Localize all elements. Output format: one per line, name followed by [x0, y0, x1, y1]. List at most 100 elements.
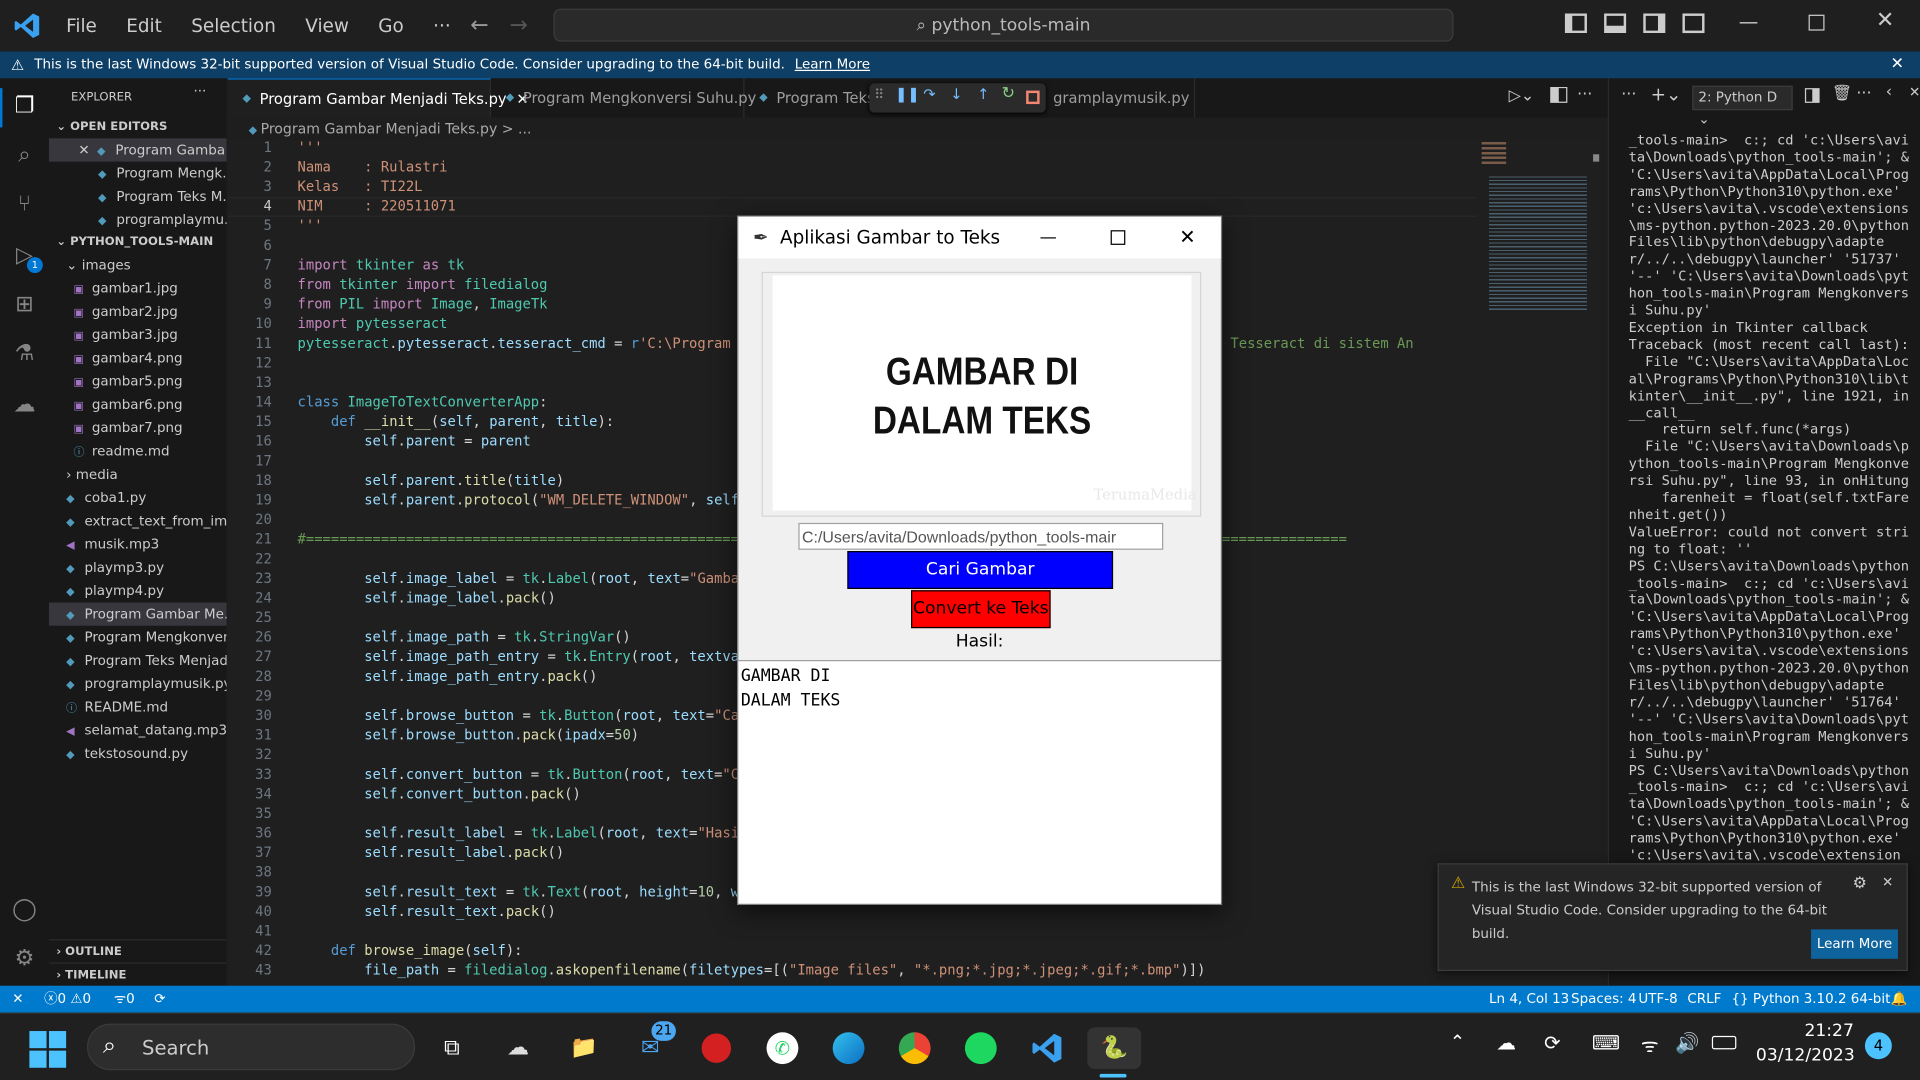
pause-icon[interactable]: ❚❚ — [895, 86, 920, 103]
notification-learn-more-button[interactable]: Learn More — [1811, 929, 1898, 959]
toggle-primary-sidebar-icon[interactable] — [1564, 13, 1587, 34]
customize-layout-icon[interactable] — [1682, 13, 1705, 34]
file-item[interactable]: ◆ Program Mengkonver... — [49, 626, 226, 649]
file-item[interactable]: ⓘ readme.md — [49, 440, 227, 463]
chevron-left-icon[interactable]: ‹ — [1886, 83, 1892, 101]
app-red-icon[interactable] — [696, 1027, 738, 1069]
notification-gear-icon[interactable]: ⚙ — [1853, 874, 1867, 892]
python-interpreter[interactable]: 3.10.2 64-bit — [1804, 986, 1891, 1013]
outline-header[interactable]: › OUTLINE — [48, 939, 227, 962]
remote-icon[interactable]: ✕ — [12, 986, 23, 1013]
split-terminal-icon[interactable] — [1804, 88, 1820, 103]
scrollbar-thumb[interactable] — [1593, 154, 1600, 162]
forward-arrow-icon[interactable]: → — [509, 12, 527, 38]
notification-center-badge[interactable]: 4 — [1864, 1032, 1892, 1060]
file-item[interactable]: ▣ gambar3.jpg — [49, 323, 227, 346]
file-item[interactable]: ▣ gambar7.png — [49, 416, 227, 439]
onedrive-icon[interactable]: ☁ — [1496, 1031, 1516, 1054]
toggle-secondary-sidebar-icon[interactable] — [1643, 13, 1666, 34]
new-terminal-icon[interactable]: +⌄ — [1651, 83, 1682, 105]
file-item[interactable]: ▣ gambar1.jpg — [49, 277, 227, 300]
open-editors-header[interactable]: ⌄ OPEN EDITORS — [49, 115, 227, 138]
source-control-icon[interactable]: ⑂ — [10, 191, 39, 220]
notifications-bell-icon[interactable]: 🔔 — [1891, 986, 1908, 1013]
image-path-input[interactable] — [798, 522, 1164, 550]
step-out-icon[interactable]: ↑ — [977, 86, 989, 103]
restart-icon[interactable]: ↻ — [1002, 84, 1015, 102]
split-editor-icon[interactable] — [1550, 86, 1568, 103]
dialog-close-icon[interactable]: ✕ — [1179, 217, 1195, 259]
project-header[interactable]: ⌄ PYTHON_TOOLS-MAIN — [49, 230, 227, 253]
menu-selection[interactable]: Selection — [177, 15, 291, 37]
tab-program-mengkonversi[interactable]: ◆ Program Mengkonversi Suhu.py — [491, 78, 756, 118]
accounts-icon[interactable]: ◯ — [10, 896, 39, 925]
file-item[interactable]: ◀ musik.mp3 — [49, 533, 227, 556]
dialog-minimize-icon[interactable]: — — [1040, 217, 1057, 259]
line-ending[interactable]: CRLF — [1687, 986, 1721, 1013]
open-editor-item[interactable]: ◆ Program Teks M... — [49, 185, 227, 208]
terminal-more-icon[interactable]: ··· — [1621, 86, 1636, 104]
file-item[interactable]: ⓘ README.md — [49, 696, 227, 719]
result-textbox[interactable]: GAMBAR DI DALAM TEKS — [738, 660, 1221, 904]
timeline-header[interactable]: › TIMELINE — [48, 962, 227, 985]
windows-start-icon[interactable] — [29, 1031, 67, 1068]
tab-programplaymusik[interactable]: gramplaymusik.py — [1048, 78, 1196, 118]
file-item[interactable]: ◆ programplaymusik.py — [49, 672, 226, 695]
cursor-position[interactable]: Ln 4, Col 13 — [1489, 986, 1569, 1013]
battery-icon[interactable] — [1711, 1035, 1737, 1050]
folder-media[interactable]: › media — [49, 463, 227, 486]
file-item[interactable]: ▣ gambar5.png — [49, 370, 227, 393]
notification-close-icon[interactable]: ✕ — [1882, 874, 1893, 890]
keyboard-icon[interactable]: ⌨ — [1592, 1031, 1620, 1054]
file-item[interactable]: ◆ extract_text_from_im... — [49, 509, 226, 532]
open-editor-item[interactable]: ◆ Program Mengk... — [49, 162, 227, 185]
folder-images[interactable]: ⌄ images — [49, 253, 227, 276]
menu-more[interactable]: ··· — [418, 15, 465, 37]
editor-more-icon[interactable]: ··· — [1577, 86, 1592, 104]
browse-button[interactable]: Cari Gambar — [847, 551, 1114, 589]
convert-button[interactable]: Convert ke Teks — [911, 590, 1051, 629]
terminal-selector[interactable]: 2: Python D ⌄ — [1692, 85, 1793, 127]
file-item[interactable]: ◆ playmp4.py — [49, 579, 227, 602]
menu-go[interactable]: Go — [364, 15, 419, 37]
drag-handle-icon[interactable]: ⠿ — [874, 87, 884, 103]
command-center-search[interactable]: ⌕ python_tools-main — [553, 8, 1454, 42]
file-item[interactable]: ◆ tekstosound.py — [49, 742, 227, 765]
edge-icon[interactable] — [828, 1027, 870, 1069]
explorer-more-icon[interactable]: ··· — [193, 83, 206, 99]
language-mode[interactable]: {} Python — [1731, 986, 1799, 1013]
docker-icon[interactable]: ☁ — [10, 392, 39, 421]
wifi-icon[interactable]: ᯤ — [1641, 1031, 1659, 1058]
file-item[interactable]: ▣ gambar2.jpg — [49, 300, 227, 323]
clock-time[interactable]: 21:27 — [1763, 1021, 1853, 1041]
banner-close-icon[interactable]: ✕ — [1891, 51, 1904, 78]
dialog-maximize-icon[interactable] — [1110, 230, 1126, 245]
file-item[interactable]: ◀ selamat_datang.mp3 — [49, 719, 226, 742]
menu-view[interactable]: View — [291, 15, 364, 37]
trash-icon[interactable]: 🗑 — [1832, 84, 1852, 102]
minimap[interactable] — [1476, 139, 1600, 985]
tab-program-teks[interactable]: ◆ Program Teks M — [744, 78, 892, 117]
toggle-panel-icon[interactable] — [1604, 13, 1627, 34]
terminal-output[interactable]: _tools-main> c:; cd 'c:\Users\avita\Down… — [1629, 132, 1913, 864]
open-editor-item[interactable]: ✕ ◆ Program Gamba... — [48, 138, 227, 162]
chrome-icon[interactable] — [894, 1027, 936, 1069]
menu-file[interactable]: File — [51, 15, 111, 37]
spotify-icon[interactable] — [960, 1027, 1002, 1069]
back-arrow-icon[interactable]: ← — [470, 12, 488, 38]
explorer-icon[interactable]: ❐ — [10, 93, 39, 122]
banner-learn-more-link[interactable]: Learn More — [795, 56, 870, 72]
stop-icon[interactable] — [1026, 90, 1040, 105]
file-item[interactable]: ◆ coba1.py — [49, 486, 227, 509]
terminal-actions-icon[interactable]: ··· — [1856, 84, 1871, 102]
close-panel-icon[interactable]: ✕ — [1909, 84, 1920, 100]
run-status-icon[interactable]: ⟳ — [154, 986, 165, 1013]
python-app-icon[interactable]: 🐍 — [1087, 1027, 1142, 1069]
file-item[interactable]: ▣ gambar6.png — [49, 393, 227, 416]
ports-indicator[interactable]: ᯤ0 — [114, 986, 135, 1013]
testing-icon[interactable]: ⚗ — [10, 340, 39, 369]
minimize-icon[interactable]: — — [1739, 10, 1759, 33]
close-window-icon[interactable]: ✕ — [1876, 7, 1894, 33]
file-item-selected[interactable]: ◆ Program Gambar Me... — [48, 602, 227, 626]
open-editor-item[interactable]: ◆ programplaymu... — [49, 208, 227, 231]
